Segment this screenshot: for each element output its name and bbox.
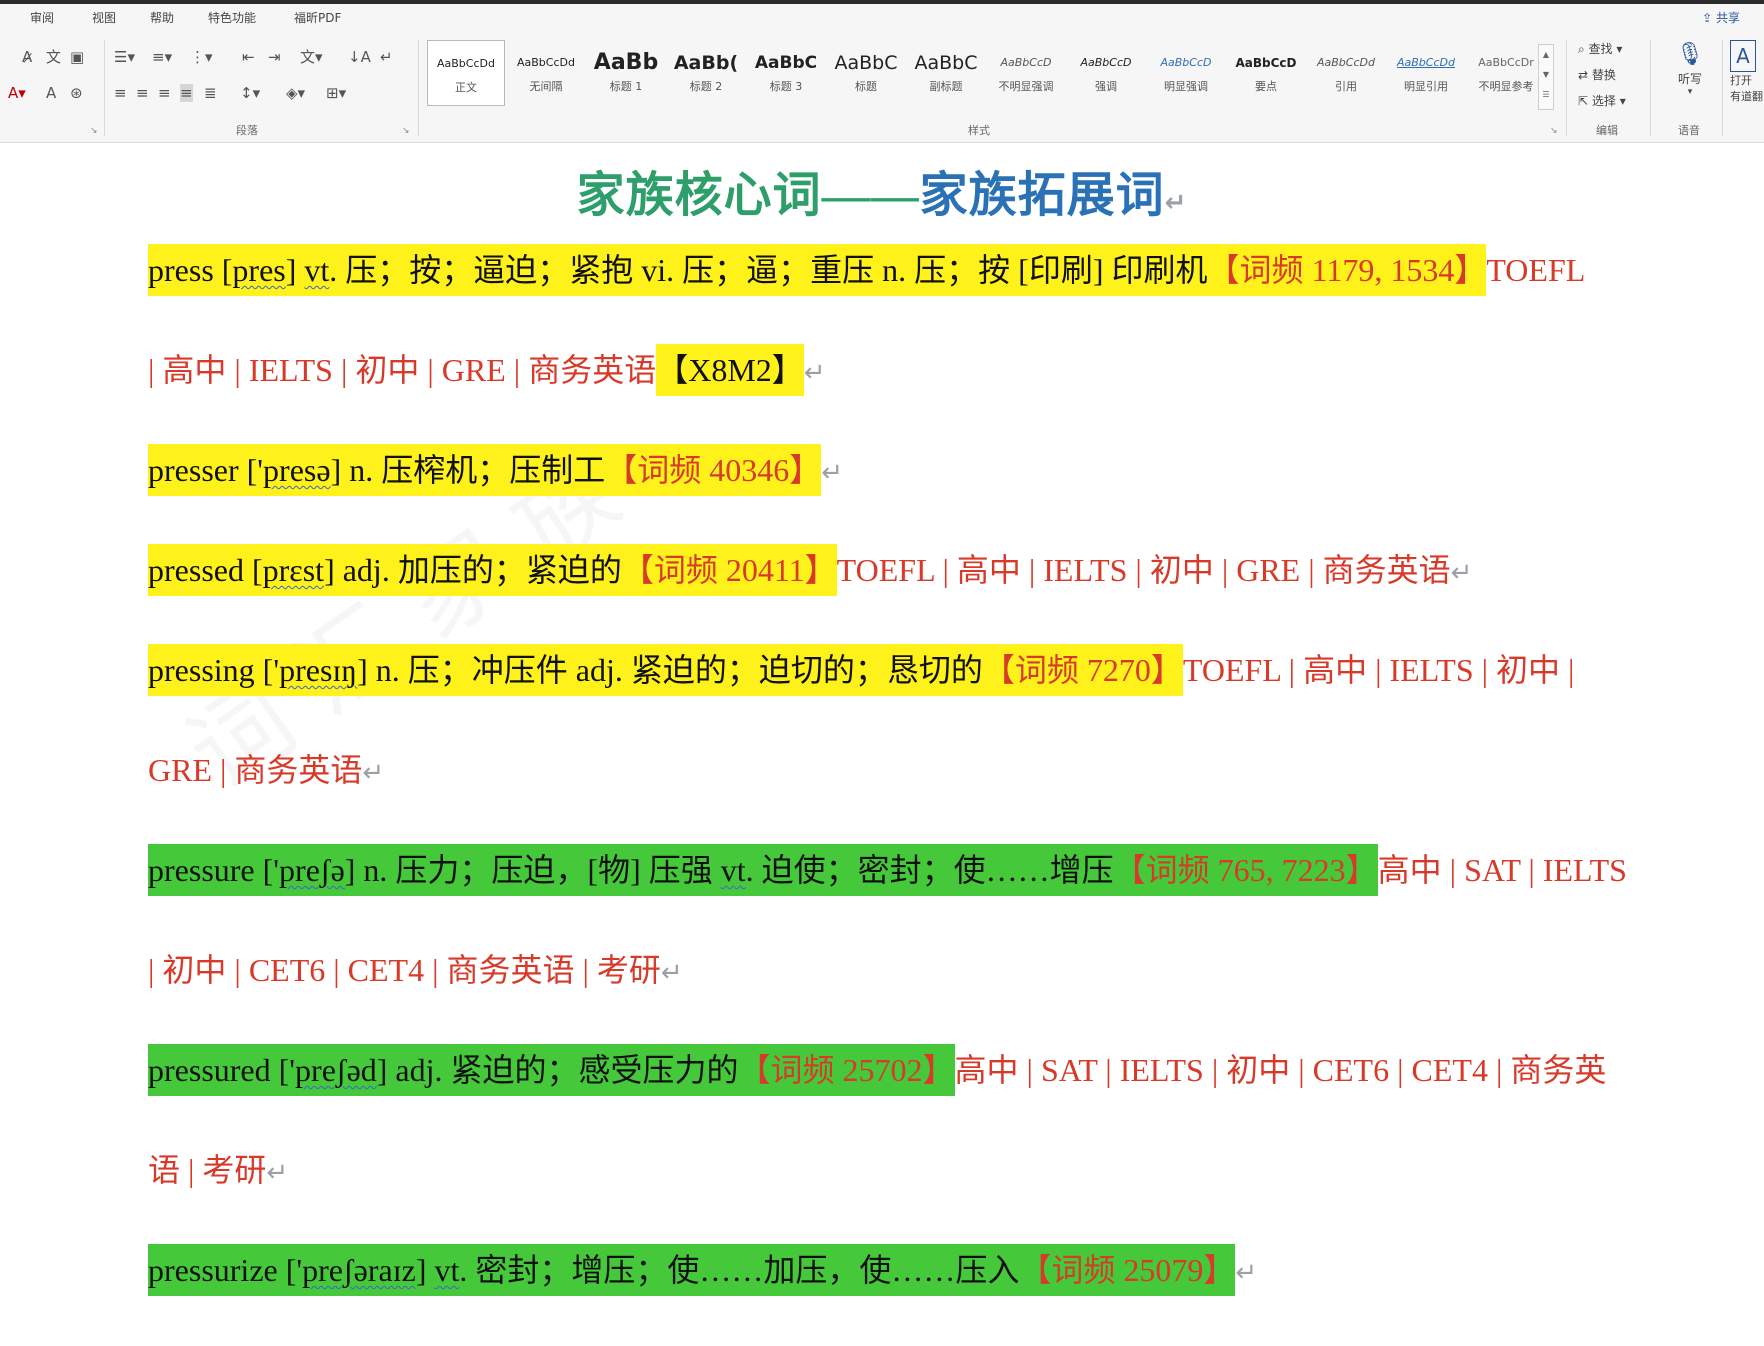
align-center-icon[interactable]: ≡ <box>136 84 149 102</box>
entry-pressed: pressed [prɛst] adj. 加压的；紧迫的【词频 20411】TO… <box>148 541 1472 602</box>
style-quote[interactable]: AaBbCcDd 引用 <box>1307 40 1385 106</box>
entry-press-continued: | 高中 | IELTS | 初中 | GRE | 商务英语【X8M2】↵ <box>148 341 826 402</box>
highlight-yellow: pressed [prɛst] adj. 加压的；紧迫的【词频 20411】 <box>148 544 837 596</box>
document-page[interactable]: 词 汇 家 族 家族核心词——家族拓展词↵ press [pres] vt. 压… <box>0 143 1764 1346</box>
cursor-icon: ⇱ <box>1578 94 1592 108</box>
borders-icon[interactable]: ⊞▾ <box>326 84 346 102</box>
group-separator <box>1722 40 1723 136</box>
ribbon-tab-bar: 审阅 视图 帮助 特色功能 福昕PDF ⇪ 共享 <box>0 4 1764 30</box>
entry-pressing-continued: GRE | 商务英语↵ <box>148 752 385 788</box>
entry-pressurize: pressurize ['preʃəraɪz] vt. 密封；增压；使……加压，… <box>148 1241 1257 1302</box>
style-emphasis[interactable]: AaBbCcD 强调 <box>1067 40 1145 106</box>
replace-icon: ⇄ <box>1578 68 1592 82</box>
style-normal[interactable]: AaBbCcDd 正文 <box>427 40 505 106</box>
highlight-yellow: presser ['presə] n. 压榨机；压制工【词频 40346】 <box>148 444 822 496</box>
chinese-layout-icon[interactable]: 文▾ <box>300 48 323 66</box>
style-heading-3[interactable]: AaBbC 标题 3 <box>747 40 825 106</box>
tab-features[interactable]: 特色功能 <box>208 9 256 26</box>
bullets-icon[interactable]: ☰▾ <box>114 48 135 66</box>
entry-pressure-continued: | 初中 | CET6 | CET4 | 商务英语 | 考研↵ <box>148 952 683 988</box>
entry-pressured: pressured ['preʃəd] adj. 紧迫的；感受压力的【词频 25… <box>148 1041 1606 1099</box>
replace-button[interactable]: ⇄ 替换 <box>1578 66 1616 83</box>
group-separator <box>418 40 419 136</box>
align-left-icon[interactable]: ≡ <box>114 84 127 102</box>
ribbon: A̷ 文 ▣ A▾ A ⊛ ↘ ☰▾ ≡▾ ⋮▾ ⇤ ⇥ 文▾ ↓A ↵ ≡ ≡… <box>0 30 1764 143</box>
style-heading-1[interactable]: AaBb 标题 1 <box>587 40 665 106</box>
group-separator <box>1566 40 1567 136</box>
style-intense-emphasis[interactable]: AaBbCcD 明显强调 <box>1147 40 1225 106</box>
tab-foxit-pdf[interactable]: 福昕PDF <box>294 9 341 26</box>
increase-indent-icon[interactable]: ⇥ <box>268 48 281 66</box>
dictate-button[interactable]: 🎙 听写 ▾ <box>1668 40 1712 97</box>
search-icon: ⌕ <box>1578 42 1589 56</box>
highlight-green: pressure ['preʃə] n. 压力；压迫，[物] 压强 vt. 迫使… <box>148 844 1378 896</box>
entry-press: press [pres] vt. 压；按；逼迫；紧抱 vi. 压；逼；重压 n.… <box>148 241 1585 299</box>
styles-gallery-scroll[interactable]: ▲ ▼ ☰ <box>1538 44 1554 110</box>
style-subtle-reference[interactable]: AaBbCcDr 不明显参考 <box>1467 40 1545 106</box>
style-strong[interactable]: AaBbCcD 要点 <box>1227 40 1305 106</box>
style-intense-quote[interactable]: AaBbCcDd 明显引用 <box>1387 40 1465 106</box>
share-button[interactable]: ⇪ 共享 <box>1702 9 1740 26</box>
tab-view[interactable]: 视图 <box>92 9 116 26</box>
numbering-icon[interactable]: ≡▾ <box>152 48 172 66</box>
font-dialog-launcher-icon[interactable]: ↘ <box>90 126 98 136</box>
entry-pressure: pressure ['preʃə] n. 压力；压迫，[物] 压强 vt. 迫使… <box>148 841 1627 899</box>
multilevel-list-icon[interactable]: ⋮▾ <box>190 48 213 66</box>
distributed-icon[interactable]: ≣ <box>204 84 217 102</box>
translate-icon: A <box>1730 40 1756 72</box>
entry-presser: presser ['presə] n. 压榨机；压制工【词频 40346】↵ <box>148 441 843 502</box>
style-subtle-emphasis[interactable]: AaBbCcD 不明显强调 <box>987 40 1065 106</box>
align-right-icon[interactable]: ≡ <box>158 84 171 102</box>
page-title: 家族核心词——家族拓展词↵ <box>576 169 1188 222</box>
styles-dialog-launcher-icon[interactable]: ↘ <box>1550 126 1558 136</box>
highlight-yellow: pressing ['presɪŋ] n. 压；冲压件 adj. 紧迫的；迫切的… <box>148 644 1183 696</box>
highlight-green: pressured ['preʃəd] adj. 紧迫的；感受压力的【词频 25… <box>148 1044 955 1096</box>
char-border-icon[interactable]: ▣ <box>70 48 84 66</box>
microphone-icon: 🎙 <box>1676 42 1704 67</box>
paragraph-mark: ↵ <box>1164 188 1188 218</box>
entry-pressured-continued: 语 | 考研↵ <box>148 1152 289 1188</box>
styles-gallery: AaBbCcDd 正文 AaBbCcDd 无间隔 AaBb 标题 1 AaBb(… <box>427 40 1550 116</box>
paragraph-dialog-launcher-icon[interactable]: ↘ <box>402 126 410 136</box>
youdao-translate-button[interactable]: A 打开 有道翻 <box>1730 40 1764 104</box>
voice-group-label: 语音 <box>1678 124 1700 137</box>
select-button[interactable]: ⇱ 选择 ▾ <box>1578 92 1626 109</box>
decrease-indent-icon[interactable]: ⇤ <box>242 48 255 66</box>
phonetic-guide-icon[interactable]: 文 <box>46 48 61 66</box>
show-marks-icon[interactable]: ↵ <box>380 48 393 66</box>
style-subtitle[interactable]: AaBbC 副标题 <box>907 40 985 106</box>
paragraph-group-label: 段落 <box>236 124 258 137</box>
styles-group-label: 样式 <box>968 124 990 137</box>
style-no-spacing[interactable]: AaBbCcDd 无间隔 <box>507 40 585 106</box>
group-separator <box>1650 40 1651 136</box>
highlight-green: pressurize ['preʃəraɪz] vt. 密封；增压；使……加压，… <box>148 1244 1236 1296</box>
style-title[interactable]: AaBbC 标题 <box>827 40 905 106</box>
find-button[interactable]: ⌕ 查找 ▾ <box>1578 40 1622 57</box>
highlight-yellow: press [pres] vt. 压；按；逼迫；紧抱 vi. 压；逼；重压 n.… <box>148 244 1487 296</box>
style-heading-2[interactable]: AaBb( 标题 2 <box>667 40 745 106</box>
justify-icon[interactable]: ≡ <box>180 84 193 102</box>
group-separator <box>104 40 105 136</box>
editing-group-label: 编辑 <box>1596 124 1618 137</box>
enclose-char-icon[interactable]: ⊛ <box>70 84 83 102</box>
shading-icon[interactable]: ◈▾ <box>286 84 305 102</box>
sort-icon[interactable]: ↓A <box>348 48 371 66</box>
line-spacing-icon[interactable]: ↕▾ <box>240 84 260 102</box>
share-icon: ⇪ <box>1702 11 1716 25</box>
clear-format-icon[interactable]: A̷ <box>22 48 32 66</box>
tab-review[interactable]: 审阅 <box>30 9 54 26</box>
entry-pressing: pressing ['presɪŋ] n. 压；冲压件 adj. 紧迫的；迫切的… <box>148 641 1574 699</box>
font-color-icon[interactable]: A▾ <box>8 84 26 102</box>
tab-help[interactable]: 帮助 <box>150 9 174 26</box>
char-shading-icon[interactable]: A <box>46 84 56 102</box>
